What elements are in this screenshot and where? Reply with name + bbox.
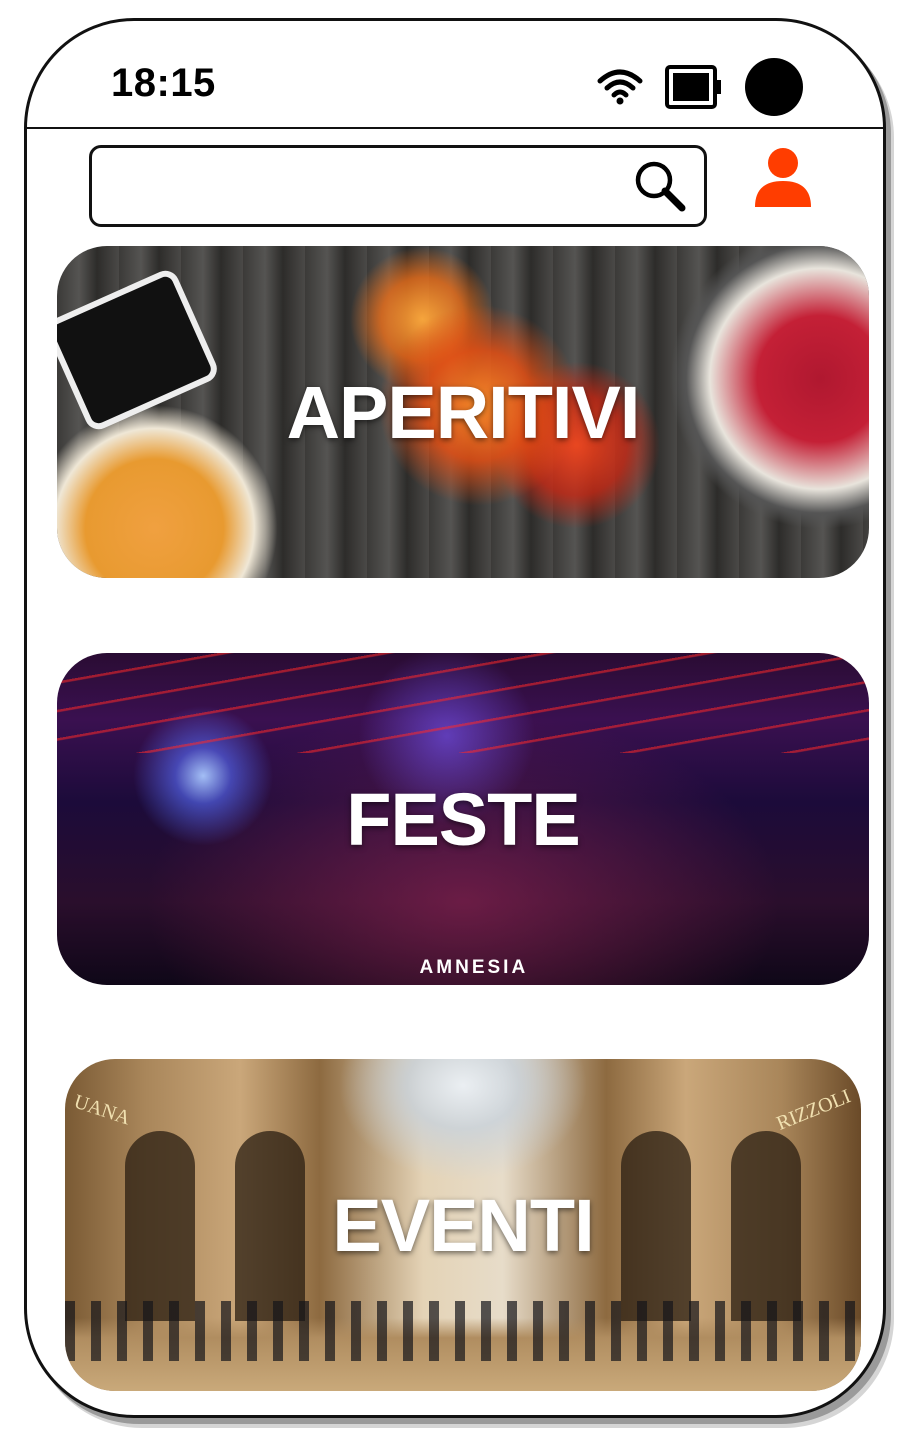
category-label: EVENTI: [332, 1183, 594, 1267]
wifi-icon: [597, 67, 643, 107]
search-input[interactable]: [92, 148, 630, 224]
gallery-arch: [731, 1131, 801, 1321]
battery-icon: [665, 65, 723, 109]
search-row: [27, 127, 883, 237]
phone-frame: 18:15 APERITIVI FESTE AMNESIA UANA RIZZO…: [24, 18, 886, 1418]
amnesia-logo: AMNESIA: [419, 957, 529, 978]
category-card-aperitivi[interactable]: APERITIVI: [57, 246, 869, 578]
status-bar: 18:15: [27, 21, 883, 129]
crowd: [65, 1301, 861, 1361]
camera-dot: [745, 58, 803, 116]
gallery-arch: [235, 1131, 305, 1321]
category-card-feste[interactable]: FESTE AMNESIA: [57, 653, 869, 985]
status-time: 18:15: [111, 61, 216, 105]
user-icon[interactable]: [751, 145, 815, 209]
status-icons: [597, 57, 803, 117]
search-icon[interactable]: [630, 156, 690, 216]
category-card-eventi[interactable]: UANA RIZZOLI EVENTI: [65, 1059, 861, 1391]
category-label: APERITIVI: [286, 370, 641, 454]
gallery-arch: [621, 1131, 691, 1321]
gallery-arch: [125, 1131, 195, 1321]
category-label: FESTE: [346, 777, 580, 861]
search-box[interactable]: [89, 145, 707, 227]
